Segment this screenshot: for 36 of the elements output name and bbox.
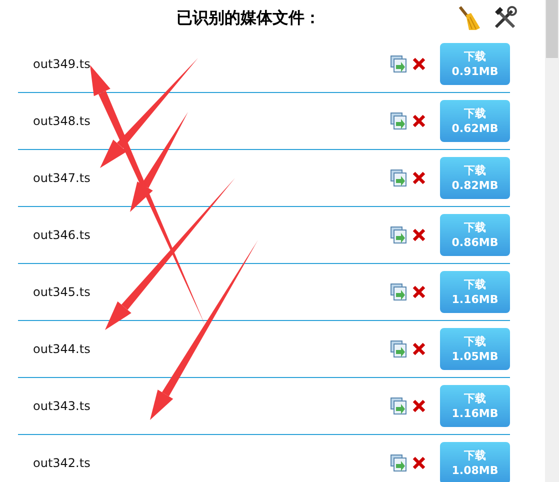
delete-icon[interactable] xyxy=(412,114,426,128)
download-button[interactable]: 下载 0.82MB xyxy=(440,157,510,199)
delete-icon[interactable] xyxy=(412,456,426,470)
copy-icon[interactable] xyxy=(390,112,408,130)
file-name: out347.ts xyxy=(32,171,92,185)
file-name: out343.ts xyxy=(32,399,92,413)
delete-icon[interactable] xyxy=(412,57,426,71)
copy-icon[interactable] xyxy=(390,454,408,472)
file-name: out349.ts xyxy=(32,57,92,71)
download-button[interactable]: 下载 1.16MB xyxy=(440,385,510,427)
delete-icon[interactable] xyxy=(412,228,426,242)
copy-icon[interactable] xyxy=(390,397,408,415)
delete-icon[interactable] xyxy=(412,285,426,299)
file-name: out342.ts xyxy=(32,456,92,470)
download-button[interactable]: 下载 1.05MB xyxy=(440,328,510,370)
file-name: out348.ts xyxy=(32,114,92,128)
download-button[interactable]: 下载 0.62MB xyxy=(440,100,510,142)
file-name: out344.ts xyxy=(32,342,92,356)
tools-icon[interactable] xyxy=(493,6,517,30)
delete-icon[interactable] xyxy=(412,342,426,356)
file-name: out346.ts xyxy=(32,228,92,242)
delete-icon[interactable] xyxy=(412,171,426,185)
copy-icon[interactable] xyxy=(390,283,408,301)
panel-title: 已识别的媒体文件： xyxy=(176,8,322,28)
copy-icon[interactable] xyxy=(390,340,408,358)
download-button[interactable]: 下载 1.16MB xyxy=(440,271,510,313)
copy-icon[interactable] xyxy=(390,169,408,187)
download-button[interactable]: 下载 0.86MB xyxy=(440,214,510,256)
copy-icon[interactable] xyxy=(390,55,408,73)
broom-icon[interactable] xyxy=(457,5,481,31)
file-name: out345.ts xyxy=(32,285,92,299)
download-button[interactable]: 下载 0.91MB xyxy=(440,43,510,85)
scrollbar[interactable] xyxy=(545,0,559,482)
download-button[interactable]: 下载 1.08MB xyxy=(440,442,510,482)
copy-icon[interactable] xyxy=(390,226,408,244)
delete-icon[interactable] xyxy=(412,399,426,413)
